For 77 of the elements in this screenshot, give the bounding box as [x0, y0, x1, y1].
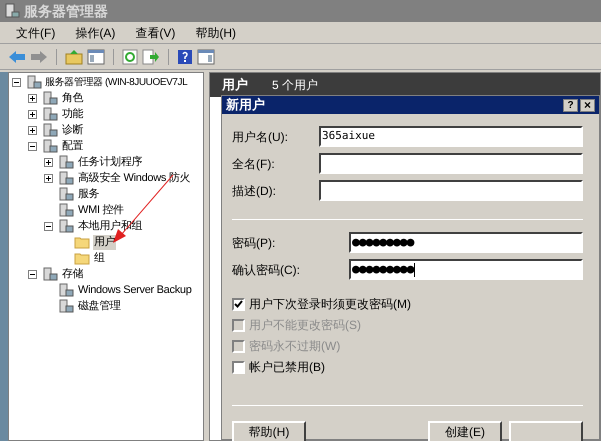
input-field[interactable]: 365aixue	[319, 126, 583, 147]
window-title: 服务器管理器	[24, 2, 108, 20]
computer-icon	[26, 75, 42, 89]
computer-icon	[58, 219, 74, 233]
tree-item[interactable]: 功能	[61, 106, 84, 122]
tree-item[interactable]: 服务器管理器 (WIN-8JUUOEV7JL	[44, 74, 188, 90]
computer-icon	[58, 203, 74, 217]
field-label: 全名(F):	[232, 156, 276, 172]
computer-icon	[42, 139, 58, 153]
tree-item[interactable]: WMI 控件	[77, 202, 125, 218]
help-button[interactable]: ?	[563, 98, 578, 112]
field-label: 描述(D):	[232, 182, 277, 200]
expand-toggle[interactable]	[44, 158, 53, 166]
checkbox[interactable]	[232, 360, 245, 374]
checkbox-label: 密码永不过期(W)	[249, 338, 340, 355]
collapse-toggle[interactable]	[28, 142, 37, 150]
menu-item[interactable]: 文件(F)	[12, 24, 60, 42]
input-field[interactable]	[319, 180, 583, 201]
tree-item[interactable]: 磁盘管理	[77, 298, 122, 314]
computer-icon	[58, 299, 74, 313]
user-count: 5 个用户	[272, 77, 318, 94]
expand-toggle[interactable]	[28, 94, 37, 102]
dialog-button[interactable]: 帮助(H)	[232, 421, 306, 441]
expand-toggle[interactable]	[44, 174, 53, 182]
field-label: 用户名(U):	[232, 128, 289, 146]
computer-icon	[58, 155, 74, 169]
collapse-toggle[interactable]	[12, 78, 21, 86]
plus-icon	[46, 176, 51, 180]
computer-icon	[42, 267, 58, 281]
computer-icon	[58, 171, 74, 185]
refresh-icon[interactable]	[122, 48, 138, 64]
tree-item[interactable]: 高级安全 Windows 防火	[77, 170, 192, 186]
computer-icon	[42, 123, 58, 137]
server-icon	[4, 3, 20, 19]
folder-icon	[74, 235, 90, 249]
field-label: 密码(P):	[232, 234, 276, 252]
help-icon[interactable]	[177, 48, 193, 64]
collapse-toggle[interactable]	[28, 270, 37, 278]
menu-item[interactable]: 帮助(H)	[191, 24, 240, 42]
plus-icon	[30, 112, 35, 116]
tree-item[interactable]: Windows Server Backup	[77, 282, 193, 298]
dialog-button[interactable]	[509, 421, 583, 441]
plus-icon	[46, 160, 51, 164]
computer-icon	[58, 283, 74, 297]
menu-item[interactable]: 查看(V)	[131, 24, 180, 42]
dialog-button[interactable]: 创建(E)	[428, 421, 502, 441]
checkbox-label: 用户不能更改密码(S)	[249, 317, 361, 334]
expand-toggle[interactable]	[28, 126, 37, 134]
input-field[interactable]	[319, 153, 583, 174]
folder-icon	[74, 251, 90, 265]
tree-item[interactable]: 配置	[61, 138, 84, 154]
dialog-title: 新用户	[226, 96, 265, 114]
field-label: 确认密码(C):	[232, 262, 301, 278]
checkbox-label: 用户下次登录时须更改密码(M)	[249, 296, 411, 313]
computer-icon	[42, 107, 58, 121]
menu-item[interactable]: 操作(A)	[71, 24, 120, 42]
computer-icon	[42, 91, 58, 105]
expand-toggle[interactable]	[28, 110, 37, 118]
tree-item[interactable]: 服务	[77, 186, 100, 202]
tree-item[interactable]: 组	[93, 250, 106, 266]
tree-item[interactable]: 角色	[61, 90, 84, 106]
collapse-toggle[interactable]	[44, 222, 53, 230]
tree-item[interactable]: 任务计划程序	[77, 154, 144, 170]
pane-toggle-icon[interactable]	[197, 48, 215, 64]
checkbox-label: 帐户已禁用(B)	[249, 359, 325, 376]
pane-title: 用户	[222, 76, 248, 94]
plus-icon	[30, 96, 35, 100]
pane-toggle-icon[interactable]	[87, 48, 105, 64]
password-field[interactable]: ●●●●●●●●●	[349, 259, 583, 280]
password-field[interactable]: ●●●●●●●●●	[349, 232, 583, 253]
tree-item[interactable]: 诊断	[61, 122, 84, 138]
close-button[interactable]: ×	[580, 98, 595, 112]
plus-icon	[30, 128, 35, 132]
export-icon[interactable]	[142, 48, 160, 64]
tree-item[interactable]: 存储	[61, 266, 84, 282]
computer-icon	[58, 187, 74, 201]
checkbox[interactable]	[232, 298, 245, 310]
